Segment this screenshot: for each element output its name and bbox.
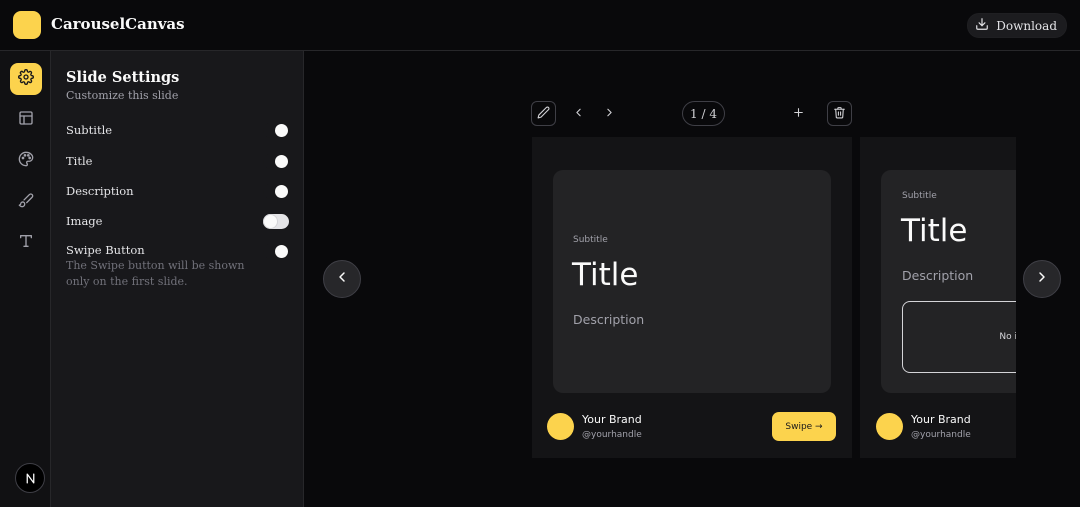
title-toggle[interactable]: [263, 154, 289, 169]
slide-1[interactable]: Subtitle Title Description Your Brand @y…: [532, 137, 852, 458]
panel-subtitle: Customize this slide: [66, 89, 179, 102]
carousel-prev-button[interactable]: [323, 260, 361, 298]
download-button[interactable]: Download: [967, 13, 1067, 38]
icon-rail: [0, 51, 51, 507]
swipe-note: The Swipe button will be shown only on t…: [66, 259, 245, 288]
setting-title: Title: [66, 152, 289, 172]
description-toggle[interactable]: [263, 184, 289, 199]
setting-label: Image: [66, 214, 103, 228]
swipe-button[interactable]: Swipe →: [772, 412, 836, 441]
app-title: CarouselCanvas: [51, 15, 185, 33]
slide-settings-panel: Slide Settings Customize this slide Subt…: [51, 51, 304, 507]
rail-brush-button[interactable]: [10, 186, 42, 218]
slide-subtitle: Subtitle: [573, 235, 608, 245]
subtitle-toggle[interactable]: [263, 123, 289, 138]
brand-name: Your Brand: [911, 413, 971, 426]
rail-settings-button[interactable]: [10, 63, 42, 95]
avatar: [547, 413, 574, 440]
n-badge-icon[interactable]: [15, 463, 45, 493]
add-slide-button[interactable]: [786, 101, 811, 126]
chevron-left-icon: [334, 269, 350, 289]
trash-icon: [833, 104, 846, 123]
setting-subtitle: Subtitle: [66, 121, 289, 141]
setting-description: Description: [66, 182, 289, 202]
brand-handle: @yourhandle: [911, 430, 971, 440]
gear-icon: [18, 69, 34, 89]
brand-name: Your Brand: [582, 413, 642, 426]
plus-icon: [792, 104, 805, 123]
slide-title: Title: [572, 257, 639, 293]
type-icon: [18, 233, 34, 253]
previous-slide-button[interactable]: [566, 101, 591, 126]
delete-slide-button[interactable]: [827, 101, 852, 126]
rail-theme-button[interactable]: [10, 145, 42, 177]
palette-icon: [18, 151, 34, 171]
top-header: CarouselCanvas Download: [0, 0, 1080, 51]
next-slide-button[interactable]: [597, 101, 622, 126]
slide-description: Description: [902, 268, 974, 283]
image-toggle[interactable]: [263, 214, 289, 229]
image-placeholder: No image: [902, 301, 1016, 373]
app-root: CarouselCanvas Download Slide Settings C…: [0, 0, 1080, 507]
edit-slide-button[interactable]: [531, 101, 556, 126]
page-indicator: 1 / 4: [682, 101, 725, 126]
avatar: [876, 413, 903, 440]
swipe-button-toggle[interactable]: [263, 244, 289, 259]
setting-label: Title: [66, 154, 93, 168]
slide-canvas: 1 / 4 Subtitle Title Description Your Br…: [304, 51, 1080, 507]
setting-label: Subtitle: [66, 123, 113, 137]
layout-icon: [18, 110, 34, 130]
rail-text-button[interactable]: [10, 227, 42, 259]
brush-icon: [18, 192, 34, 212]
slide-title: Title: [901, 213, 968, 249]
panel-title: Slide Settings: [66, 69, 180, 86]
download-label: Download: [996, 18, 1057, 33]
chevron-right-icon: [603, 104, 616, 123]
carousel-next-button[interactable]: [1023, 260, 1061, 298]
setting-label: Description: [66, 184, 134, 198]
chevron-right-icon: [1034, 269, 1050, 289]
chevron-left-icon: [572, 104, 585, 123]
slide-description: Description: [573, 312, 645, 327]
brand-handle: @yourhandle: [582, 430, 642, 440]
slide-2[interactable]: Subtitle Title Description No image Your…: [860, 137, 1016, 458]
pencil-icon: [537, 104, 550, 123]
setting-image: Image: [66, 212, 289, 232]
download-icon: [975, 17, 989, 34]
slide-subtitle: Subtitle: [902, 191, 937, 201]
logo-icon: [13, 11, 41, 39]
setting-label: Swipe Button: [66, 243, 145, 257]
rail-layout-button[interactable]: [10, 104, 42, 136]
